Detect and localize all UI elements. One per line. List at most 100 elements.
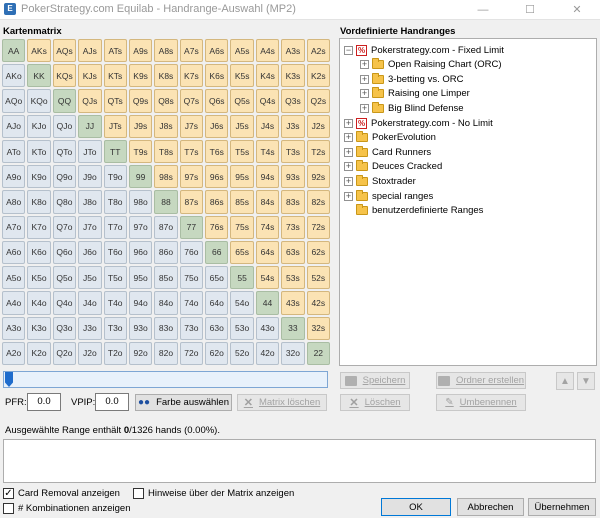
hand-cell-A9s[interactable]: A9s: [128, 39, 153, 63]
card-removal-checkbox[interactable]: ✓ Card Removal anzeigen: [3, 488, 120, 499]
hand-cell-K6s[interactable]: K6s: [205, 64, 229, 88]
tree-node[interactable]: −% Pokerstrategy.com - Fixed Limit: [344, 43, 504, 57]
hand-cell-T2s[interactable]: T2s: [306, 139, 330, 164]
hand-cell-32o[interactable]: 32o: [281, 341, 305, 365]
hand-cell-KQs[interactable]: KQs: [52, 64, 77, 88]
hand-cell-A7s[interactable]: A7s: [179, 39, 204, 63]
hand-cell-JJ[interactable]: JJ: [78, 114, 102, 138]
range-text-field[interactable]: [3, 439, 596, 483]
hand-cell-J3s[interactable]: J3s: [281, 114, 305, 138]
hand-cell-K8o[interactable]: K8o: [27, 190, 51, 214]
speichern-button[interactable]: Speichern: [340, 372, 410, 389]
hand-cell-A5o[interactable]: A5o: [2, 266, 26, 290]
hand-cell-93s[interactable]: 93s: [281, 165, 305, 189]
hand-cell-96s[interactable]: 96s: [205, 165, 229, 189]
hand-cell-AQo[interactable]: AQo: [2, 89, 26, 113]
hand-cell-Q2s[interactable]: Q2s: [306, 89, 330, 113]
hand-cell-K5o[interactable]: K5o: [27, 266, 51, 290]
hand-cell-74o[interactable]: 74o: [179, 291, 204, 315]
hand-cell-T9s[interactable]: T9s: [128, 139, 153, 164]
hand-cell-62o[interactable]: 62o: [205, 341, 229, 365]
hand-cell-JTo[interactable]: JTo: [78, 139, 102, 164]
hand-cell-Q9s[interactable]: Q9s: [128, 89, 153, 113]
hand-cell-Q7o[interactable]: Q7o: [52, 215, 77, 239]
hand-cell-JTs[interactable]: JTs: [103, 114, 127, 138]
tree-node[interactable]: benutzerdefinierte Ranges: [344, 204, 483, 218]
vpip-input[interactable]: 0.0: [95, 393, 129, 411]
tree-node[interactable]: + PokerEvolution: [344, 131, 436, 145]
hand-cell-T7s[interactable]: T7s: [179, 139, 204, 164]
hand-cell-T5o[interactable]: T5o: [103, 266, 127, 290]
farbe-auswaehlen-button[interactable]: ●● Farbe auswählen: [135, 394, 232, 411]
hand-cell-J4s[interactable]: J4s: [255, 114, 280, 138]
tree-node[interactable]: + Raising one Limper: [360, 87, 470, 101]
hand-cell-A4o[interactable]: A4o: [2, 291, 26, 315]
hand-cell-Q8o[interactable]: Q8o: [52, 190, 77, 214]
hand-cell-J9s[interactable]: J9s: [128, 114, 153, 138]
hand-cell-22[interactable]: 22: [306, 341, 330, 365]
hand-cell-Q6o[interactable]: Q6o: [52, 240, 77, 265]
hand-cell-A3s[interactable]: A3s: [281, 39, 305, 63]
matrix-loeschen-button[interactable]: ✕ Matrix löschen: [237, 394, 327, 411]
expand-icon[interactable]: +: [360, 74, 369, 84]
hand-cell-T8s[interactable]: T8s: [154, 139, 178, 164]
hand-cell-94s[interactable]: 94s: [255, 165, 280, 189]
hand-cell-K7o[interactable]: K7o: [27, 215, 51, 239]
hand-cell-T8o[interactable]: T8o: [103, 190, 127, 214]
hand-cell-77[interactable]: 77: [179, 215, 204, 239]
hand-cell-65s[interactable]: 65s: [230, 240, 254, 265]
expand-icon[interactable]: +: [344, 162, 353, 172]
hand-cell-QTs[interactable]: QTs: [103, 89, 127, 113]
move-down-arrow-icon[interactable]: ▼: [577, 372, 595, 390]
tree-node[interactable]: + Open Raising Chart (ORC): [360, 58, 502, 72]
umbenennen-button[interactable]: ✎ Umbenennen: [436, 394, 526, 411]
hand-cell-KTo[interactable]: KTo: [27, 139, 51, 164]
hand-cell-J8s[interactable]: J8s: [154, 114, 178, 138]
hand-cell-87o[interactable]: 87o: [154, 215, 178, 239]
hand-cell-ATs[interactable]: ATs: [103, 39, 127, 63]
hand-cell-A6o[interactable]: A6o: [2, 240, 26, 265]
hand-cell-54o[interactable]: 54o: [230, 291, 254, 315]
hand-cell-55[interactable]: 55: [230, 266, 254, 290]
hand-cell-AJo[interactable]: AJo: [2, 114, 26, 138]
move-up-arrow-icon[interactable]: ▲: [556, 372, 574, 390]
hand-cell-J6o[interactable]: J6o: [78, 240, 102, 265]
expand-icon[interactable]: +: [360, 60, 369, 70]
expand-icon[interactable]: +: [360, 103, 369, 113]
uebernehmen-button[interactable]: Übernehmen: [528, 498, 596, 516]
hand-cell-KQo[interactable]: KQo: [27, 89, 51, 113]
hand-cell-T3o[interactable]: T3o: [103, 316, 127, 340]
hand-cell-K4o[interactable]: K4o: [27, 291, 51, 315]
hand-cell-82o[interactable]: 82o: [154, 341, 178, 365]
hand-cell-A8o[interactable]: A8o: [2, 190, 26, 214]
tree-node[interactable]: + Stoxtrader: [344, 174, 416, 188]
hand-cell-76s[interactable]: 76s: [205, 215, 229, 239]
hand-cell-J4o[interactable]: J4o: [78, 291, 102, 315]
hand-cell-K3s[interactable]: K3s: [281, 64, 305, 88]
hand-cell-72s[interactable]: 72s: [306, 215, 330, 239]
hand-cell-T5s[interactable]: T5s: [230, 139, 254, 164]
tree-node[interactable]: + Deuces Cracked: [344, 160, 442, 174]
hand-cell-86s[interactable]: 86s: [205, 190, 229, 214]
hand-cell-63o[interactable]: 63o: [205, 316, 229, 340]
hand-cell-72o[interactable]: 72o: [179, 341, 204, 365]
hand-cell-A6s[interactable]: A6s: [205, 39, 229, 63]
hand-cell-83s[interactable]: 83s: [281, 190, 305, 214]
hand-cell-62s[interactable]: 62s: [306, 240, 330, 265]
hand-cell-33[interactable]: 33: [281, 316, 305, 340]
hand-cell-T9o[interactable]: T9o: [103, 165, 127, 189]
hand-cell-95s[interactable]: 95s: [230, 165, 254, 189]
hand-cell-K8s[interactable]: K8s: [154, 64, 178, 88]
hand-cell-84o[interactable]: 84o: [154, 291, 178, 315]
hand-cell-Q8s[interactable]: Q8s: [154, 89, 178, 113]
hand-cell-T3s[interactable]: T3s: [281, 139, 305, 164]
abbrechen-button[interactable]: Abbrechen: [457, 498, 524, 516]
hand-cell-Q3o[interactable]: Q3o: [52, 316, 77, 340]
hand-cell-74s[interactable]: 74s: [255, 215, 280, 239]
hinweise-box[interactable]: [133, 488, 144, 499]
hand-cell-TT[interactable]: TT: [103, 139, 127, 164]
hand-cell-63s[interactable]: 63s: [281, 240, 305, 265]
hand-cell-T7o[interactable]: T7o: [103, 215, 127, 239]
hand-cell-A5s[interactable]: A5s: [230, 39, 254, 63]
hand-cell-43s[interactable]: 43s: [281, 291, 305, 315]
